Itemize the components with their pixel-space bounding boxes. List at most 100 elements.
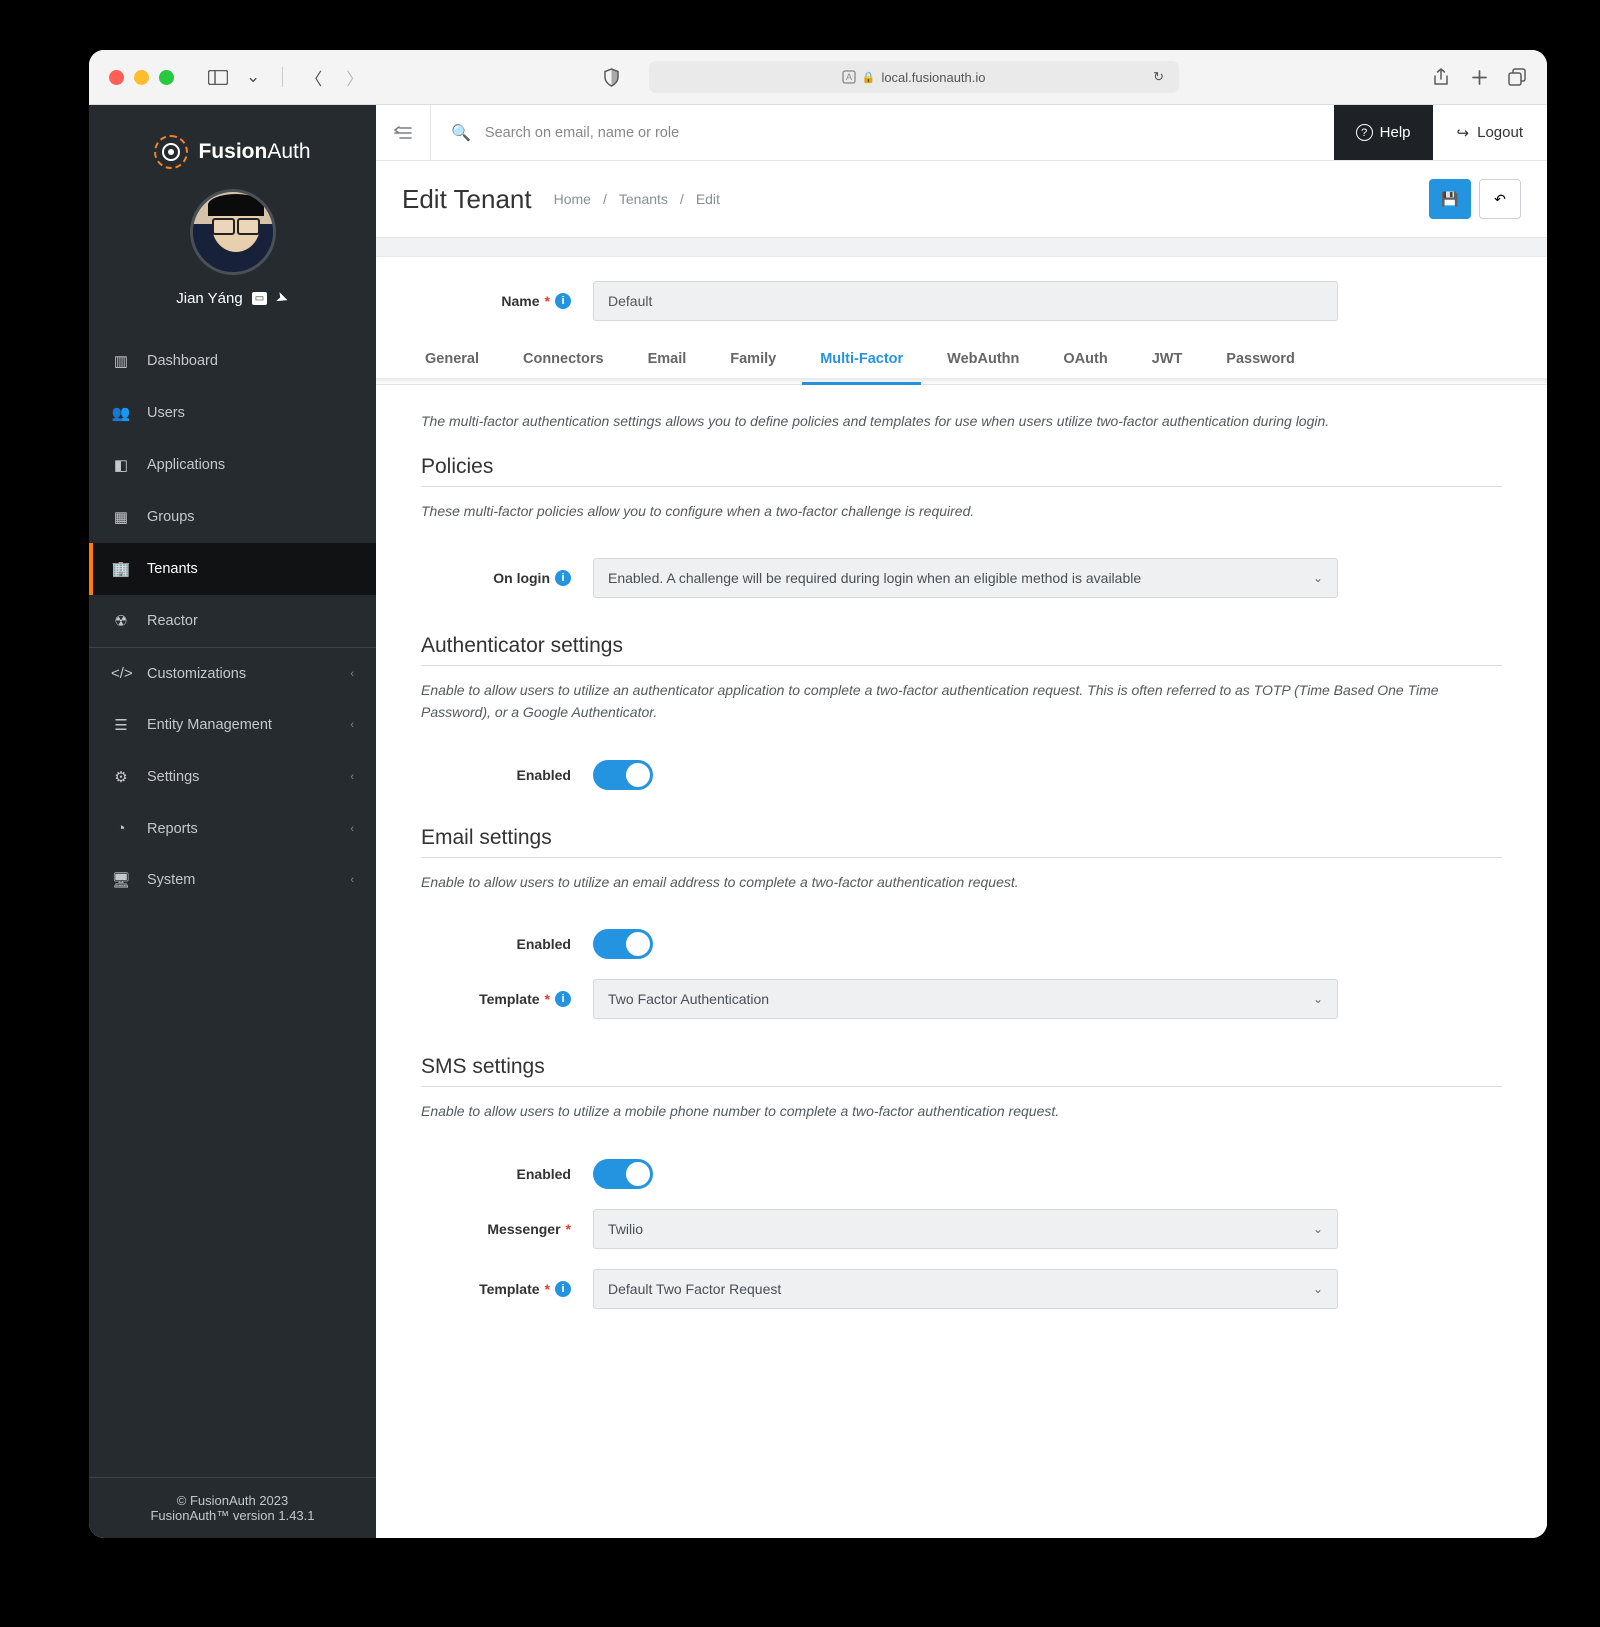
chevron-down-icon: ⌄: [1313, 992, 1323, 1006]
email-desc: Enable to allow users to utilize an emai…: [421, 872, 1502, 894]
authenticator-enabled-toggle[interactable]: [593, 760, 653, 790]
email-enabled-label: Enabled: [416, 936, 571, 952]
id-card-icon[interactable]: ▭: [252, 292, 267, 305]
info-icon[interactable]: i: [555, 570, 571, 586]
sidebar-item-system[interactable]: 🖥System‹: [89, 854, 376, 906]
brand-name: FusionAuth: [198, 140, 310, 164]
sms-template-select[interactable]: Default Two Factor Request⌄: [593, 1269, 1338, 1309]
version-text: FusionAuth™ version 1.43.1: [99, 1508, 366, 1523]
tab-family[interactable]: Family: [726, 351, 780, 384]
sidebar-item-label: Entity Management: [147, 717, 272, 733]
entity-icon: ☰: [111, 716, 131, 734]
tabs: General Connectors Email Family Multi-Fa…: [376, 331, 1547, 385]
url-bar[interactable]: A 🔒 local.fusionauth.io ↻: [649, 61, 1179, 93]
crumb-home[interactable]: Home: [554, 191, 591, 207]
tab-general[interactable]: General: [421, 351, 483, 384]
site-settings-icon[interactable]: A: [842, 67, 856, 87]
avatar[interactable]: [190, 189, 276, 275]
sidebar-item-label: Customizations: [147, 666, 246, 682]
share-icon[interactable]: [1431, 67, 1451, 87]
tab-connectors[interactable]: Connectors: [519, 351, 608, 384]
name-label: Name* i: [416, 293, 571, 309]
on-login-select[interactable]: Enabled. A challenge will be required du…: [593, 558, 1338, 598]
section-authenticator: Authenticator settings Enable to allow u…: [376, 608, 1547, 749]
crumb-tenants[interactable]: Tenants: [619, 191, 668, 207]
sidebar-item-entity-management[interactable]: ☰ Entity Management ‹: [89, 699, 376, 751]
topbar: 🔍 ? Help ↪ Logout: [376, 105, 1547, 161]
help-button[interactable]: ? Help: [1334, 105, 1433, 160]
tab-password[interactable]: Password: [1222, 351, 1299, 384]
profile-block: Jian Yáng ▭ ➤: [89, 189, 376, 335]
tab-multi-factor[interactable]: Multi-Factor: [816, 351, 907, 384]
sidebar-item-reactor[interactable]: ☢Reactor: [89, 595, 376, 647]
reload-icon[interactable]: ↻: [1149, 67, 1169, 87]
sidebar-item-users[interactable]: 👥Users: [89, 387, 376, 439]
browser-titlebar: ⌄ 〈 〉 A 🔒 local.fusionauth.io ↻: [89, 50, 1547, 105]
maximize-window-button[interactable]: [159, 70, 174, 85]
chevron-left-icon: ‹: [350, 719, 354, 731]
app-container: FusionAuth Jian Yáng ▭ ➤ ▥Dashboard 👥Use…: [89, 105, 1547, 1538]
sidebar-toggle-icon[interactable]: [208, 67, 228, 87]
save-icon: 💾: [1441, 191, 1458, 208]
sms-enabled-toggle[interactable]: [593, 1159, 653, 1189]
sidebar-item-dashboard[interactable]: ▥Dashboard: [89, 335, 376, 387]
info-icon[interactable]: i: [555, 293, 571, 309]
tab-dropdown-icon[interactable]: ⌄: [240, 67, 266, 87]
forward-button[interactable]: 〉: [340, 65, 369, 90]
sidebar-item-reports[interactable]: ◔Reports‹: [89, 803, 376, 854]
privacy-shield-icon[interactable]: [602, 67, 622, 87]
select-value: Two Factor Authentication: [608, 991, 769, 1007]
tab-email[interactable]: Email: [644, 351, 691, 384]
users-icon: 👥: [111, 404, 131, 422]
sidebar-item-settings[interactable]: ⚙Settings‹: [89, 751, 376, 803]
brand-logo[interactable]: FusionAuth: [89, 105, 376, 189]
email-template-row: Template* i Two Factor Authentication⌄: [376, 969, 1547, 1029]
copyright: © FusionAuth 2023: [99, 1493, 366, 1508]
search-input[interactable]: [485, 125, 1314, 141]
sms-messenger-row: Messenger* Twilio⌄: [376, 1199, 1547, 1259]
sms-messenger-select[interactable]: Twilio⌄: [593, 1209, 1338, 1249]
sidebar-item-groups[interactable]: ▦ Groups: [89, 491, 376, 543]
close-window-button[interactable]: [109, 70, 124, 85]
authenticator-heading: Authenticator settings: [421, 634, 1502, 666]
name-input[interactable]: [593, 281, 1338, 321]
new-tab-icon[interactable]: [1469, 67, 1489, 87]
info-icon[interactable]: i: [555, 1281, 571, 1297]
sms-template-row: Template* i Default Two Factor Request⌄: [376, 1259, 1547, 1309]
email-template-select[interactable]: Two Factor Authentication ⌄: [593, 979, 1338, 1019]
sidebar-item-label: Reactor: [147, 613, 198, 629]
policies-desc: These multi-factor policies allow you to…: [421, 501, 1502, 523]
page-header: Edit Tenant Home/ Tenants/ Edit 💾 ↶: [376, 161, 1547, 238]
sidebar-collapse-button[interactable]: [376, 105, 431, 160]
authenticator-enabled-row: Enabled: [376, 750, 1547, 800]
groups-icon: ▦: [111, 508, 131, 526]
tabs-icon[interactable]: [1507, 67, 1527, 87]
back-button[interactable]: 〈: [299, 65, 328, 90]
sidebar-item-customizations[interactable]: </>Customizations‹: [89, 648, 376, 699]
dashboard-icon: ▥: [111, 352, 131, 370]
tab-oauth[interactable]: OAuth: [1059, 351, 1111, 384]
sidebar-item-label: System: [147, 872, 195, 888]
back-button[interactable]: ↶: [1479, 179, 1521, 219]
sidebar-item-label: Groups: [147, 509, 195, 525]
sidebar-item-label: Settings: [147, 769, 199, 785]
minimize-window-button[interactable]: [134, 70, 149, 85]
sidebar-item-tenants[interactable]: 🏢Tenants: [89, 543, 376, 595]
profile-name-row: Jian Yáng ▭ ➤: [176, 289, 288, 307]
email-enabled-toggle[interactable]: [593, 929, 653, 959]
sms-heading: SMS settings: [421, 1055, 1502, 1087]
location-icon[interactable]: ➤: [273, 287, 291, 308]
save-button[interactable]: 💾: [1429, 179, 1471, 219]
logout-button[interactable]: ↪ Logout: [1433, 105, 1547, 160]
logout-icon: ↪: [1457, 124, 1470, 142]
lock-icon: 🔒: [862, 71, 876, 84]
tab-jwt[interactable]: JWT: [1148, 351, 1187, 384]
page-title: Edit Tenant: [402, 184, 532, 215]
section-intro: The multi-factor authentication settings…: [376, 385, 1547, 548]
email-enabled-row: Enabled: [376, 919, 1547, 969]
info-icon[interactable]: i: [555, 991, 571, 1007]
help-icon: ?: [1356, 124, 1373, 141]
sidebar-item-applications[interactable]: ◧Applications: [89, 439, 376, 491]
tab-webauthn[interactable]: WebAuthn: [943, 351, 1023, 384]
traffic-lights: [109, 70, 174, 85]
